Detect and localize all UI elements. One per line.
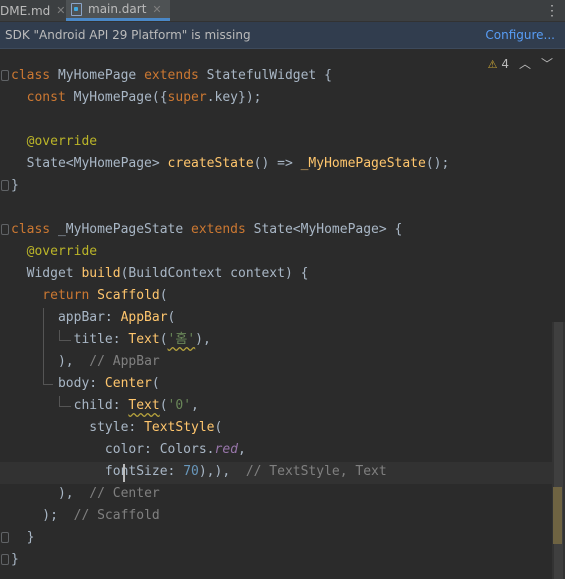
warning-icon: ⚠ <box>487 57 498 71</box>
fold-marker-icon[interactable] <box>1 180 9 191</box>
previous-highlight-icon[interactable]: ︿ <box>519 55 531 72</box>
configure-link[interactable]: Configure... <box>485 28 555 42</box>
code-line: } <box>11 178 19 193</box>
dart-file-icon <box>70 2 82 16</box>
code-editor[interactable]: ⚠ 4 ︿ ﹀ class MyHomePage extends Statefu… <box>0 50 565 579</box>
code-line: child: Text('0', <box>11 398 199 413</box>
tab-label: main.dart <box>88 2 147 16</box>
close-icon[interactable]: ✕ <box>152 3 161 16</box>
banner-message: SDK "Android API 29 Platform" is missing <box>5 28 251 42</box>
inspection-widget[interactable]: ⚠ 4 ︿ ﹀ <box>488 55 553 72</box>
code-line: } <box>11 530 35 545</box>
code-line: class _MyHomePageState extends State<MyH… <box>11 222 403 237</box>
code-line: style: TextStyle( <box>11 420 223 435</box>
code-line: @override <box>11 134 98 149</box>
code-line: appBar: AppBar( <box>11 310 176 325</box>
fold-marker-icon[interactable] <box>1 224 9 235</box>
tab-readme[interactable]: DME.md ✕ <box>0 0 66 21</box>
next-highlight-icon[interactable]: ﹀ <box>541 55 553 72</box>
text-caret <box>123 464 125 482</box>
code-line: fontSize: 70),), // TextStyle, Text <box>11 464 387 479</box>
code-line: return Scaffold( <box>11 288 168 303</box>
code-line: class MyHomePage extends StatefulWidget … <box>11 68 332 83</box>
code-line: @override <box>11 244 98 259</box>
tab-label: DME.md <box>0 3 51 18</box>
tab-main-dart[interactable]: main.dart ✕ <box>66 0 170 21</box>
warning-stripe-marker[interactable] <box>553 487 562 544</box>
fold-marker-icon[interactable] <box>1 532 9 543</box>
code-line: const MyHomePage({super.key}); <box>11 90 262 105</box>
sdk-missing-banner: SDK "Android API 29 Platform" is missing… <box>0 22 565 49</box>
code-line: body: Center( <box>11 376 160 391</box>
more-options-icon[interactable]: ⋮ <box>545 0 559 21</box>
fold-marker-icon[interactable] <box>1 554 9 565</box>
close-icon[interactable]: ✕ <box>56 4 65 17</box>
warning-count: 4 <box>501 56 509 71</box>
code-line: color: Colors.red, <box>11 442 246 457</box>
editor-tab-bar: DME.md ✕ main.dart ✕ ⋮ <box>0 0 565 22</box>
code-line: Widget build(BuildContext context) { <box>11 266 309 281</box>
code-line: } <box>11 552 19 567</box>
code-line: title: Text('홈'), <box>11 332 211 347</box>
code-line: ), // AppBar <box>11 354 160 369</box>
fold-marker-icon[interactable] <box>1 70 9 81</box>
code-line: ); // Scaffold <box>11 508 160 523</box>
code-line: ), // Center <box>11 486 160 501</box>
code-line: State<MyHomePage> createState() => _MyHo… <box>11 156 450 171</box>
